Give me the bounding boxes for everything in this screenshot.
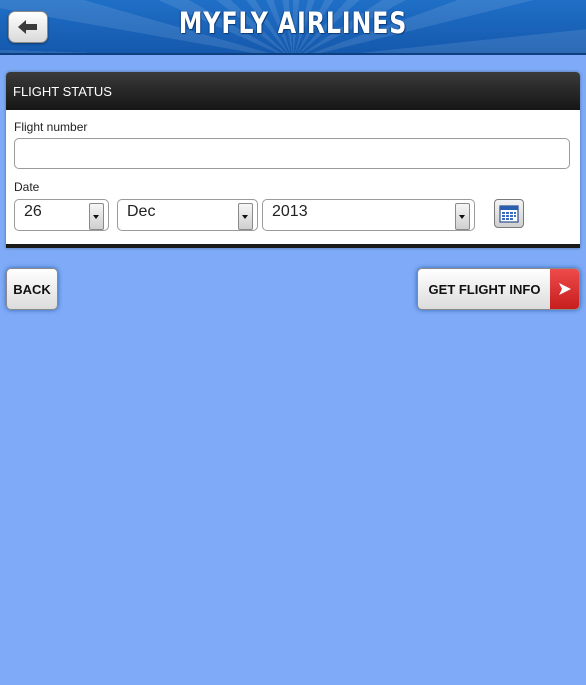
year-select[interactable]: 2013 [262,199,475,231]
get-flight-info-label: GET FLIGHT INFO [428,282,541,297]
month-select[interactable]: Dec [117,199,258,231]
calendar-button[interactable] [494,199,524,228]
chevron-down-icon [238,203,253,230]
chevron-down-icon [455,203,470,230]
day-select[interactable]: 26 [14,199,109,231]
chevron-down-icon [89,203,104,230]
calendar-icon [499,204,519,223]
day-value: 26 [24,203,42,220]
app-header: MYFLY AIRLINES [0,0,586,55]
year-value: 2013 [272,203,308,220]
play-arrow-icon [550,269,579,309]
arrow-left-icon [18,20,37,34]
panel-heading: FLIGHT STATUS [6,72,580,110]
month-value: Dec [127,203,156,220]
header-back-button[interactable] [8,11,48,43]
app-title: MYFLY AIRLINES [178,6,408,40]
get-flight-info-button[interactable]: GET FLIGHT INFO [417,268,580,310]
flight-status-panel: FLIGHT STATUS Flight number Date 26 Dec … [6,72,580,248]
flight-number-label: Flight number [14,120,88,134]
flight-number-input[interactable] [14,138,570,169]
date-label: Date [14,180,40,194]
back-button[interactable]: BACK [6,268,58,310]
